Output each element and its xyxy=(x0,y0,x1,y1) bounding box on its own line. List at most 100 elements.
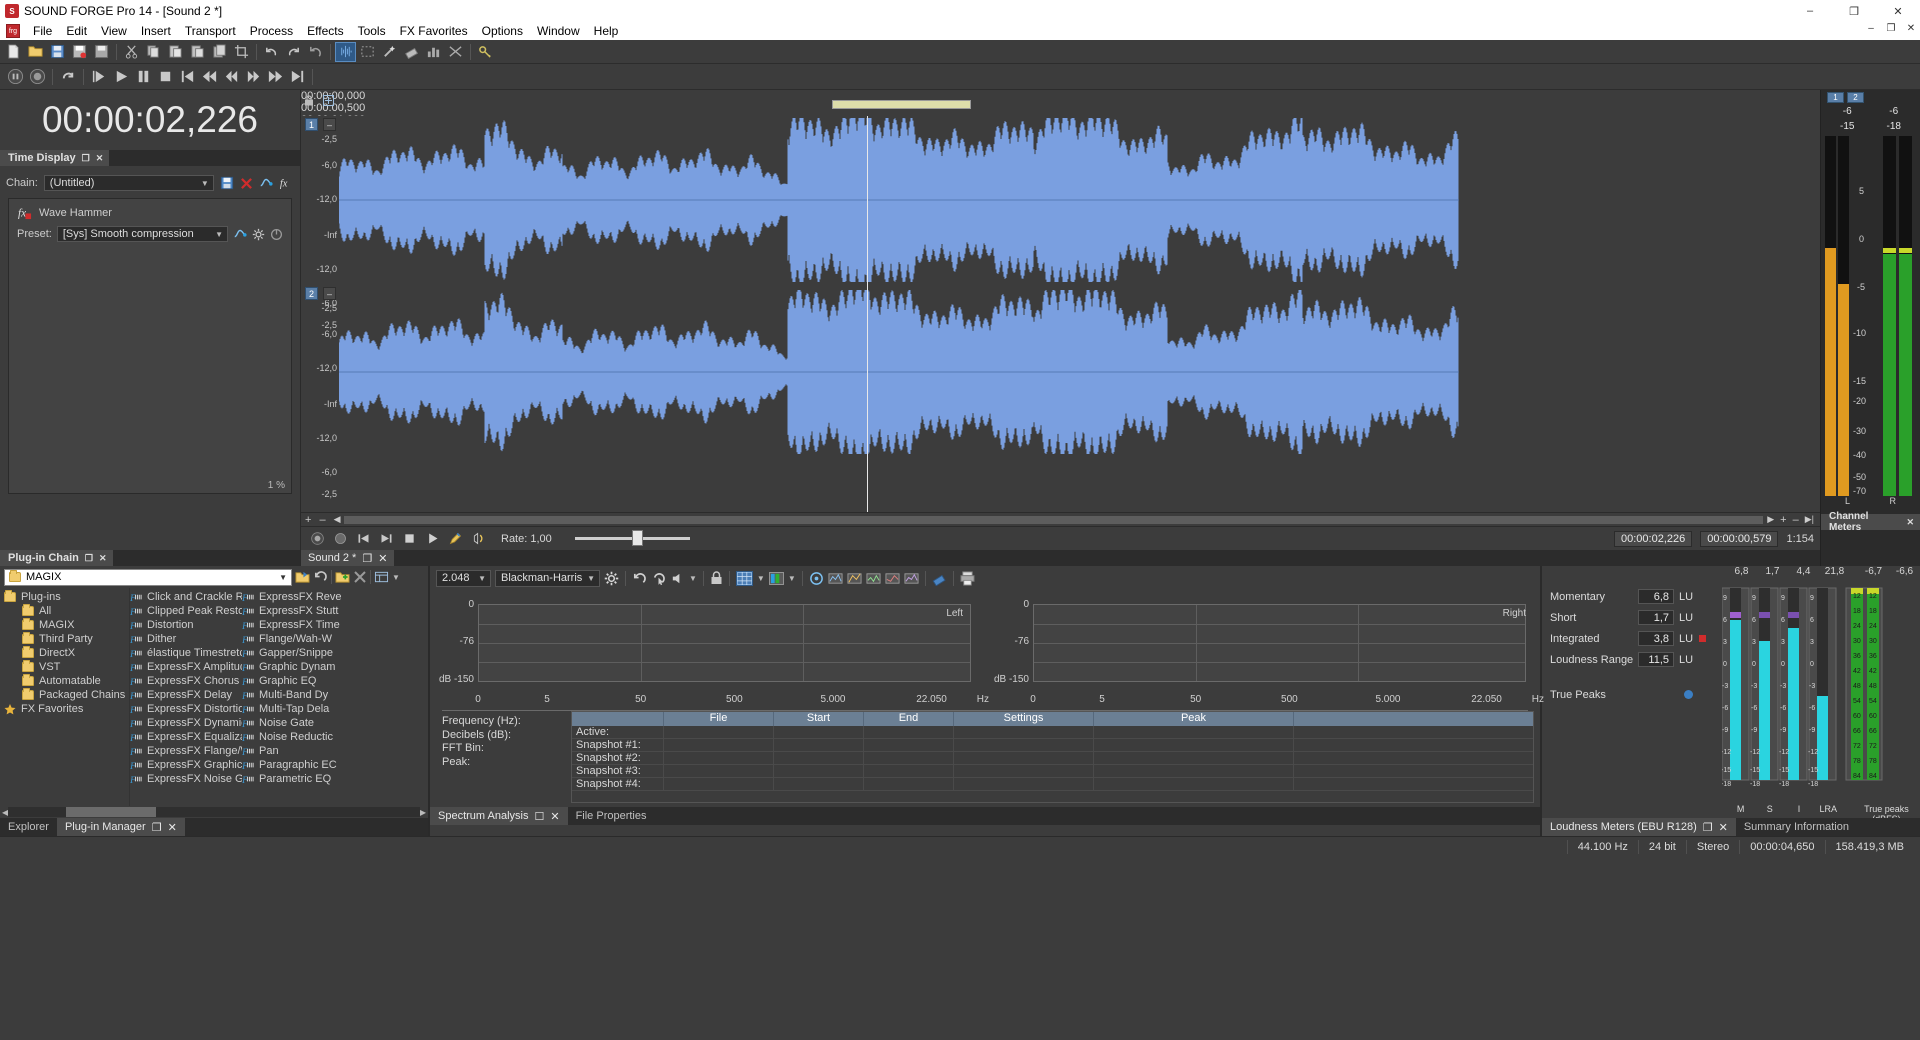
tab-plugin-manager[interactable]: Plug-in Manager ❐ ✕ xyxy=(57,818,185,836)
play-icon[interactable] xyxy=(111,67,131,87)
maximize-button[interactable]: ❐ xyxy=(1832,0,1876,22)
cut-icon[interactable] xyxy=(121,42,142,62)
refresh-icon[interactable] xyxy=(632,571,647,586)
sono3-icon[interactable] xyxy=(866,571,881,586)
tab-spectrum-analysis[interactable]: Spectrum Analysis ☐ ✕ xyxy=(430,807,568,825)
chain-plugin-item[interactable]: fx Wave Hammer xyxy=(9,199,291,220)
open-icon[interactable] xyxy=(25,42,46,62)
menu-tools[interactable]: Tools xyxy=(351,23,393,39)
plugin-list-item[interactable]: FExpressFX Noise Gate xyxy=(130,772,242,786)
refresh-cursor-icon[interactable] xyxy=(651,571,666,586)
paste-special-icon[interactable] xyxy=(187,42,208,62)
plugin-list-item[interactable]: FMulti-Band Dy xyxy=(242,688,354,702)
channel-2-number[interactable]: 2 xyxy=(305,287,318,300)
sono1-icon[interactable] xyxy=(828,571,843,586)
close-icon[interactable]: ✕ xyxy=(96,153,104,164)
snapshot-col-header[interactable] xyxy=(572,712,664,726)
scroll-right-icon[interactable]: ▶ xyxy=(1767,514,1774,525)
plugin-list-column-2[interactable]: FExpressFX ReveFExpressFX StuttFExpressF… xyxy=(242,590,354,806)
scroll-track[interactable] xyxy=(344,516,1763,524)
plugin-list-item[interactable]: FExpressFX Graphic EQ xyxy=(130,758,242,772)
tab-file-properties[interactable]: File Properties xyxy=(568,807,655,825)
integrated-value[interactable]: 3,8 xyxy=(1638,631,1674,646)
lock-icon[interactable] xyxy=(304,95,314,106)
plugin-list-item[interactable]: FGraphic Dynam xyxy=(242,660,354,674)
tab-explorer[interactable]: Explorer xyxy=(0,818,57,836)
waveform-display[interactable] xyxy=(339,116,1820,512)
undo-icon[interactable] xyxy=(261,42,282,62)
preset-bypass-icon[interactable] xyxy=(270,228,283,241)
mdi-restore-button[interactable]: ❐ xyxy=(1884,23,1898,34)
timeline-ruler[interactable]: 00:00:00,00000:00:00,50000:00:01,00000:0… xyxy=(301,90,1820,116)
chain-delete-icon[interactable] xyxy=(240,177,253,190)
plugin-list-item[interactable]: FExpressFX Delay xyxy=(130,688,242,702)
fit-width-icon[interactable]: ▶| xyxy=(1805,514,1814,525)
close-icon[interactable]: ✕ xyxy=(99,553,107,564)
plugin-list-item[interactable]: FDither xyxy=(130,632,242,646)
menu-insert[interactable]: Insert xyxy=(134,23,178,39)
plugin-list-column-1[interactable]: FClick and Crackle RemovalFClipped Peak … xyxy=(130,590,242,806)
go-to-start-icon[interactable] xyxy=(353,529,373,549)
undo-all-icon[interactable] xyxy=(305,42,326,62)
tree-node-vst[interactable]: VST xyxy=(0,660,129,674)
tab-loudness-meters[interactable]: Loudness Meters (EBU R128) ❐ ✕ xyxy=(1542,818,1736,836)
snapshot-table-row[interactable]: Snapshot #3: xyxy=(572,765,1533,778)
snapshot-col-header[interactable]: Start xyxy=(774,712,864,726)
new-icon[interactable] xyxy=(3,42,24,62)
menu-transport[interactable]: Transport xyxy=(178,23,243,39)
monitor-icon[interactable] xyxy=(809,571,824,586)
menu-effects[interactable]: Effects xyxy=(300,23,350,39)
key-icon[interactable] xyxy=(475,42,496,62)
plugin-list-item[interactable]: FExpressFX Amplitude Modulation xyxy=(130,660,242,674)
refresh-icon[interactable] xyxy=(313,570,328,584)
play-icon[interactable] xyxy=(422,529,442,549)
snapshot-col-header[interactable]: End xyxy=(864,712,954,726)
selection-length-field[interactable]: 00:00:00,579 xyxy=(1700,531,1778,547)
tree-node-directx[interactable]: DirectX xyxy=(0,646,129,660)
tree-node-packaged-chains[interactable]: Packaged Chains xyxy=(0,688,129,702)
record-icon[interactable] xyxy=(307,529,327,549)
channel-meter-bars[interactable]: 50-5 -10-15-20 -30-40-50 -70 xyxy=(1821,136,1920,496)
menu-process[interactable]: Process xyxy=(243,23,300,39)
lock-icon[interactable] xyxy=(710,571,723,586)
plugin-list-item[interactable]: FNoise Reductic xyxy=(242,730,354,744)
chevron-down-icon[interactable]: ▼ xyxy=(392,573,400,582)
plugin-list-item[interactable]: FExpressFX Equalization xyxy=(130,730,242,744)
snapshot-table[interactable]: FileStartEndSettingsPeak Active:Snapshot… xyxy=(571,711,1534,803)
zoom-out-button[interactable]: – xyxy=(319,514,325,526)
save-icon[interactable] xyxy=(47,42,68,62)
waveform-canvas-area[interactable]: -2,5-6,0-12,0-Inf-12,0-6,0-2,5 -2,5-6,0-… xyxy=(301,116,1820,512)
snapshot-col-header[interactable]: Settings xyxy=(954,712,1094,726)
plugin-category-tree[interactable]: Plug-insAllMAGIXThird PartyDirectXVSTAut… xyxy=(0,588,130,806)
record-icon[interactable] xyxy=(27,67,47,87)
scroll-right-icon[interactable]: ▶ xyxy=(420,808,426,817)
plugin-list-item[interactable]: FFlange/Wah-W xyxy=(242,632,354,646)
rate-slider[interactable] xyxy=(575,537,690,540)
plugin-list-item[interactable]: FParametric EQ xyxy=(242,772,354,786)
paste-icon[interactable] xyxy=(165,42,186,62)
tab-sound-2[interactable]: Sound 2 * ❐ ✕ xyxy=(301,550,394,566)
go-to-end-icon[interactable] xyxy=(376,529,396,549)
loop-playback-icon[interactable] xyxy=(330,529,350,549)
plugin-list-item[interactable]: FExpressFX Chorus xyxy=(130,674,242,688)
eraser-icon[interactable] xyxy=(932,571,947,586)
meter-ch2-button[interactable]: 2 xyxy=(1847,92,1864,103)
chain-automation-icon[interactable] xyxy=(259,176,273,190)
selection-region[interactable] xyxy=(832,100,971,109)
menu-options[interactable]: Options xyxy=(475,23,530,39)
menu-fx-favorites[interactable]: FX Favorites xyxy=(393,23,475,39)
close-icon[interactable]: ✕ xyxy=(378,552,387,565)
snapshot-col-header[interactable]: Peak xyxy=(1094,712,1294,726)
next-icon[interactable] xyxy=(243,67,263,87)
vzoom-in-button[interactable]: + xyxy=(1780,514,1786,526)
waveform-hscrollbar[interactable]: + – ◀ ▶ + – ▶| xyxy=(301,512,1820,526)
cursor-position-field[interactable]: 00:00:02,226 xyxy=(1614,531,1692,547)
plugin-list-item[interactable]: FDistortion xyxy=(130,618,242,632)
scroll-thumb[interactable] xyxy=(344,516,1763,524)
meter-ch1-button[interactable]: 1 xyxy=(1827,92,1844,103)
open-folder-icon[interactable] xyxy=(295,570,310,584)
trim-crop-icon[interactable] xyxy=(231,42,252,62)
menu-file[interactable]: File xyxy=(26,23,59,39)
copy-icon[interactable] xyxy=(143,42,164,62)
stop-icon[interactable] xyxy=(155,67,175,87)
